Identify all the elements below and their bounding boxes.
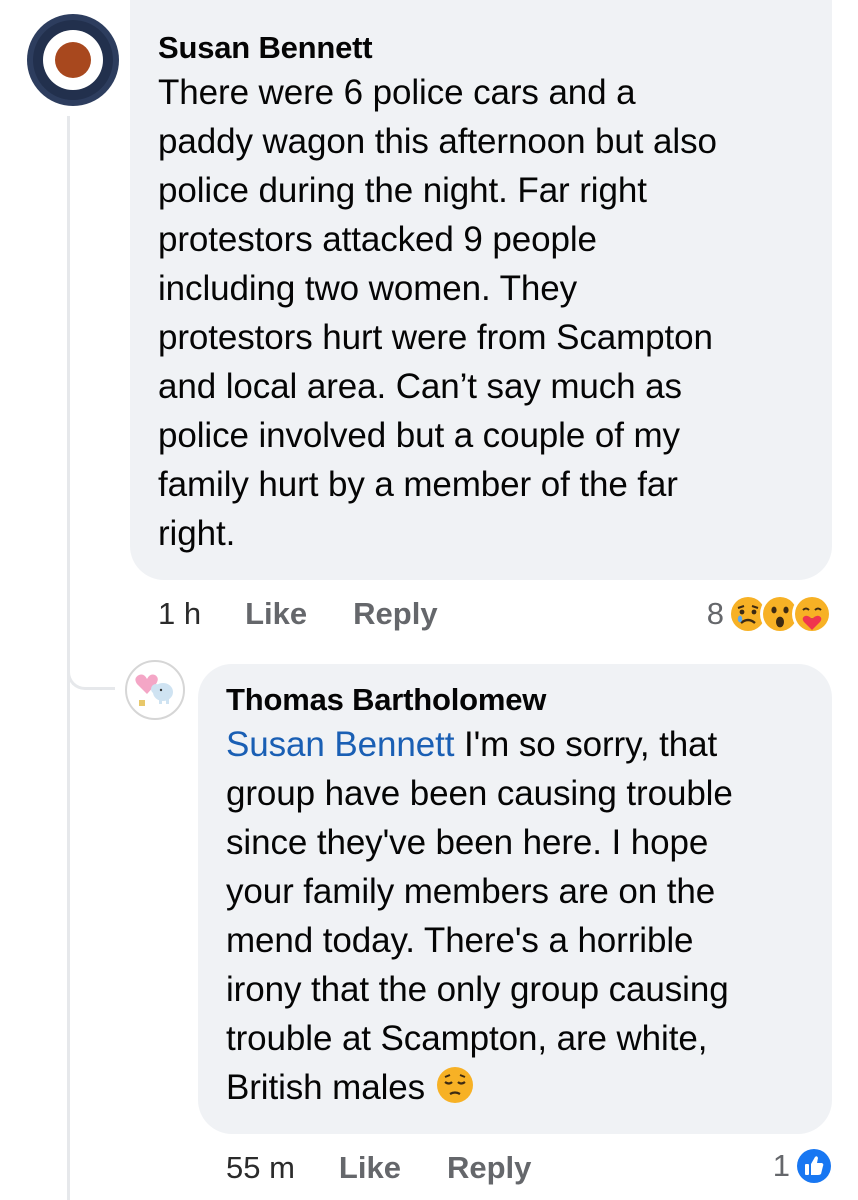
comment-text-line: police involved but a couple of my [158,416,680,455]
reply-reactions[interactable]: 1 [773,1146,834,1186]
reply-button[interactable]: Reply [447,1150,531,1186]
comment-text-line: including two women. They [158,269,578,308]
comment-author-name[interactable]: Susan Bennett [158,30,804,66]
reply-bubble: Thomas Bartholomew Susan Bennett I'm so … [198,664,832,1134]
reply-text: Susan Bennett I'm so sorry, that group h… [226,720,804,1112]
comment-bubble: Susan Bennett There were 6 police cars a… [130,0,832,580]
reply-text-line: irony that the only group causing [226,970,729,1009]
reply-text-fragment: British males [226,1068,435,1107]
comment-text-line: There were 6 police cars and a [158,73,636,112]
comment-reactions[interactable]: 8 [707,594,832,634]
reply-author-name[interactable]: Thomas Bartholomew [226,682,804,718]
comment-text: There were 6 police cars and a paddy wag… [158,68,804,558]
like-thumb-icon [794,1146,834,1186]
reply-text-line: since they've been here. I hope [226,823,709,862]
reply-button[interactable]: Reply [353,596,437,632]
reply-connector-line [67,640,115,690]
care-face-icon [792,594,832,634]
comment-text-line: protestors attacked 9 people [158,220,597,259]
heart-elephant-avatar-icon[interactable] [125,660,185,720]
reply-text-line: group have been causing trouble [226,774,733,813]
pensive-face-icon [436,1067,473,1103]
reply-text-line: British males [226,1063,804,1112]
mention-link[interactable]: Susan Bennett [226,725,454,764]
comment-text-line: family hurt by a member of the far [158,465,678,504]
reaction-count: 1 [772,1148,790,1183]
reply-text-line: your family members are on the [226,872,716,911]
reaction-count: 8 [706,596,724,631]
like-button[interactable]: Like [339,1150,401,1186]
comment-text-line: protestors hurt were from Scampton [158,318,713,357]
reply-text-line: trouble at Scampton, are white, [226,1019,708,1058]
reaction-icons [794,1146,834,1186]
comment-actions: 1 h Like Reply [158,596,438,632]
reply-text-line: Susan Bennett I'm so sorry, that [226,720,804,769]
comment-text-line: and local area. Can’t say much as [158,367,682,406]
comment-text-line: right. [158,514,236,553]
reply-text-fragment: I'm so sorry, that [454,725,718,764]
reply-timestamp[interactable]: 55 m [226,1150,295,1186]
reaction-icons [728,594,832,634]
like-button[interactable]: Like [245,596,307,632]
comment-text-line: police during the night. Far right [158,171,647,210]
comment-timestamp[interactable]: 1 h [158,596,201,632]
reply-actions: 55 m Like Reply [226,1150,531,1186]
roundel-avatar-icon[interactable] [27,14,119,106]
comment-text-line: paddy wagon this afternoon but also [158,122,717,161]
reply-text-line: mend today. There's a horrible [226,921,694,960]
